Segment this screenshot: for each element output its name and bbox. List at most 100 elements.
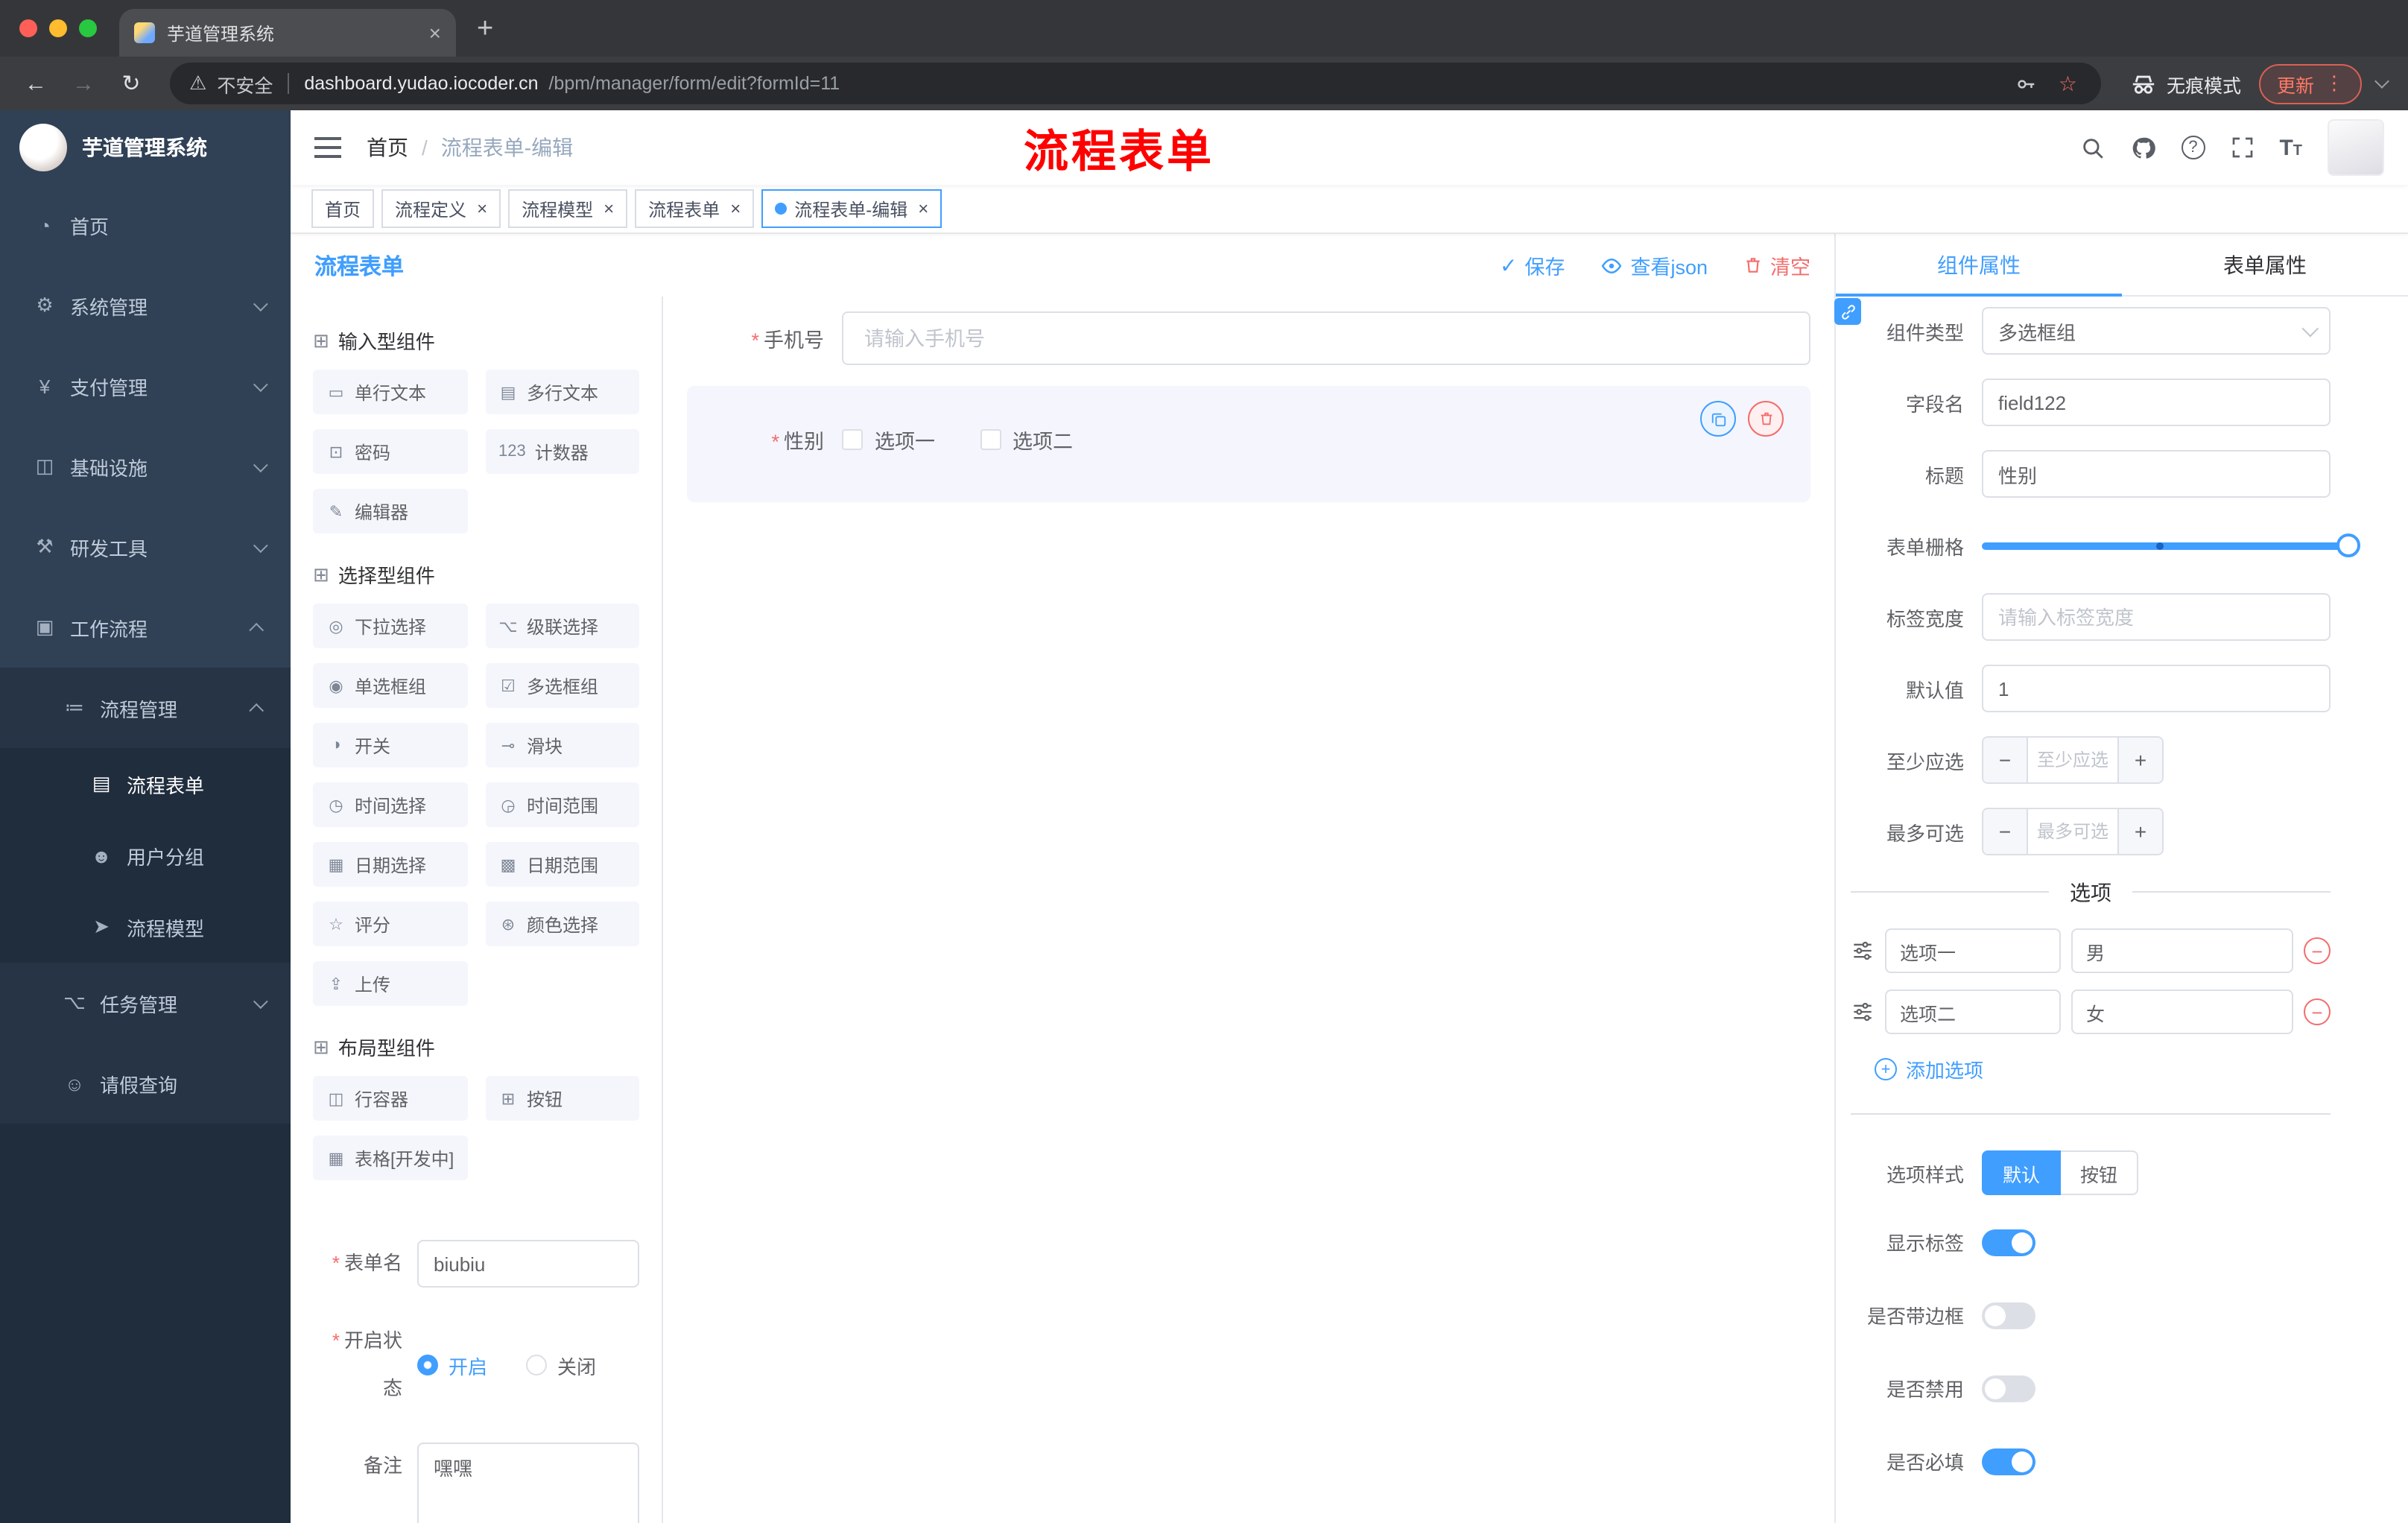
sidebar-item-payment-mgmt[interactable]: ¥ 支付管理 (0, 346, 291, 426)
status-on-radio[interactable]: 开启 (417, 1351, 487, 1379)
sidebar-item-process-mgmt[interactable]: ≔ 流程管理 (0, 668, 291, 748)
drag-handle-icon[interactable] (1851, 1001, 1875, 1022)
form-canvas[interactable]: *手机号 *性别 选项一 (663, 297, 1834, 1523)
default-value-input[interactable] (1982, 665, 2331, 712)
update-button[interactable]: 更新 ⋮ (2258, 63, 2362, 104)
title-input[interactable] (1982, 450, 2331, 498)
toggle-switch[interactable] (1982, 1375, 2035, 1402)
save-button[interactable]: ✓ 保存 (1500, 250, 1565, 280)
sidebar-toggle-icon[interactable] (314, 137, 341, 158)
help-icon[interactable]: ? (2181, 136, 2205, 159)
tag-home[interactable]: 首页 (311, 189, 375, 228)
tag-close-icon[interactable]: × (918, 198, 928, 219)
palette-item[interactable]: ⊡ 密码 (313, 429, 467, 474)
gender-option-checkbox[interactable]: 选项一 (842, 425, 935, 455)
palette-item[interactable]: ▦ 表格[开发中] (313, 1136, 467, 1180)
sidebar-item-system-mgmt[interactable]: ⚙ 系统管理 (0, 265, 291, 346)
search-icon[interactable] (2079, 135, 2105, 160)
sidebar-item-process-model[interactable]: ➤ 流程模型 (0, 891, 291, 963)
browser-tab[interactable]: 芋道管理系统 × (119, 9, 456, 57)
sidebar-item-workflow[interactable]: ▣ 工作流程 (0, 587, 291, 668)
remove-option-button[interactable]: − (2304, 937, 2331, 964)
drag-handle-icon[interactable] (1851, 940, 1875, 961)
gender-option-checkbox[interactable]: 选项二 (980, 425, 1073, 455)
delete-item-button[interactable] (1748, 401, 1784, 437)
field-name-input[interactable] (1982, 379, 2331, 426)
password-key-icon[interactable] (2015, 72, 2038, 95)
font-size-icon[interactable]: TT (2279, 135, 2302, 160)
palette-item[interactable]: ✎ 编辑器 (313, 489, 467, 533)
toggle-switch[interactable] (1982, 1302, 2035, 1329)
breadcrumb-home[interactable]: 首页 (367, 133, 408, 162)
component-type-select[interactable]: 多选框组 (1982, 307, 2331, 355)
min-select-input[interactable] (2028, 738, 2117, 782)
new-tab-button[interactable]: + (477, 13, 493, 46)
palette-item[interactable]: ⊞ 按钮 (485, 1076, 639, 1121)
palette-item[interactable]: ▭ 单行文本 (313, 370, 467, 414)
copy-item-button[interactable] (1700, 401, 1736, 437)
palette-item[interactable]: ◶ 时间范围 (485, 782, 639, 827)
palette-item[interactable]: ⇪ 上传 (313, 961, 467, 1006)
sidebar-item-dev-tools[interactable]: ⚒ 研发工具 (0, 507, 291, 587)
palette-item[interactable]: ◉ 单选框组 (313, 663, 467, 708)
sidebar-item-home[interactable]: ◔ 首页 (0, 185, 291, 265)
palette-item[interactable]: ▩ 日期范围 (485, 842, 639, 887)
tag-process-definition[interactable]: 流程定义 × (381, 189, 501, 228)
address-bar[interactable]: ⚠ 不安全 dashboard.yudao.iocoder.cn /bpm/ma… (170, 63, 2101, 104)
status-off-radio[interactable]: 关闭 (526, 1351, 596, 1379)
sidebar-item-leave-query[interactable]: ☺ 请假查询 (0, 1043, 291, 1124)
tab-close-icon[interactable]: × (429, 21, 441, 45)
add-option-button[interactable]: + 添加选项 (1875, 1055, 2331, 1083)
phone-input[interactable] (842, 311, 1810, 365)
link-badge-icon[interactable] (1834, 298, 1861, 325)
palette-item[interactable]: ◷ 时间选择 (313, 782, 467, 827)
palette-item[interactable]: ⌥ 级联选择 (485, 604, 639, 648)
gender-field-item[interactable]: * 性别 选项一 选项二 (687, 386, 1810, 502)
option-label-input[interactable] (1885, 990, 2061, 1034)
tab-component-props[interactable]: 组件属性 (1836, 234, 2122, 297)
reload-icon[interactable]: ↻ (110, 70, 152, 97)
security-warning-icon[interactable]: ⚠ (189, 72, 206, 95)
sidebar-item-user-group[interactable]: ☻ 用户分组 (0, 820, 291, 891)
slider-handle[interactable] (2336, 533, 2360, 557)
decrease-button[interactable]: − (1983, 809, 2028, 854)
palette-item[interactable]: ◫ 行容器 (313, 1076, 467, 1121)
window-close-button[interactable] (19, 19, 37, 37)
increase-button[interactable]: + (2117, 809, 2162, 854)
forward-icon[interactable]: → (63, 71, 104, 96)
menu-kebab-icon[interactable]: ⋮ (2325, 72, 2344, 95)
tag-close-icon[interactable]: × (603, 198, 614, 219)
window-minimize-button[interactable] (49, 19, 67, 37)
github-icon[interactable] (2130, 135, 2155, 160)
palette-item[interactable]: ◎ 下拉选择 (313, 604, 467, 648)
tag-close-icon[interactable]: × (730, 198, 741, 219)
palette-item[interactable]: ◑ 开关 (313, 723, 467, 767)
tag-process-form-edit[interactable]: 流程表单-编辑 × (761, 189, 942, 228)
back-icon[interactable]: ← (15, 71, 57, 96)
palette-item[interactable]: ⊸ 滑块 (485, 723, 639, 767)
grid-slider[interactable] (1982, 522, 2360, 569)
remark-textarea[interactable]: 嘿嘿 (417, 1443, 639, 1523)
tab-form-props[interactable]: 表单属性 (2122, 234, 2408, 295)
window-zoom-button[interactable] (79, 19, 97, 37)
option-value-input[interactable] (2071, 990, 2293, 1034)
palette-item[interactable]: ☑ 多选框组 (485, 663, 639, 708)
toggle-switch[interactable] (1982, 1229, 2035, 1256)
option-value-input[interactable] (2071, 928, 2293, 973)
palette-item[interactable]: ☆ 评分 (313, 902, 467, 946)
style-button-button[interactable]: 按钮 (2061, 1150, 2139, 1195)
view-json-button[interactable]: 查看json (1600, 250, 1708, 280)
toggle-switch[interactable] (1982, 1448, 2035, 1475)
tag-close-icon[interactable]: × (477, 198, 487, 219)
fullscreen-icon[interactable] (2230, 136, 2254, 159)
form-name-input[interactable] (417, 1240, 639, 1288)
clear-button[interactable]: 清空 (1743, 250, 1810, 280)
option-label-input[interactable] (1885, 928, 2061, 973)
bookmark-star-icon[interactable]: ☆ (2059, 71, 2077, 96)
profile-chevron-icon[interactable] (2374, 74, 2389, 89)
remove-option-button[interactable]: − (2304, 998, 2331, 1025)
label-width-input[interactable] (1982, 593, 2331, 641)
sidebar-item-process-form[interactable]: ▤ 流程表单 (0, 748, 291, 820)
sidebar-item-task-mgmt[interactable]: ⌥ 任务管理 (0, 963, 291, 1043)
palette-item[interactable]: ⊛ 颜色选择 (485, 902, 639, 946)
